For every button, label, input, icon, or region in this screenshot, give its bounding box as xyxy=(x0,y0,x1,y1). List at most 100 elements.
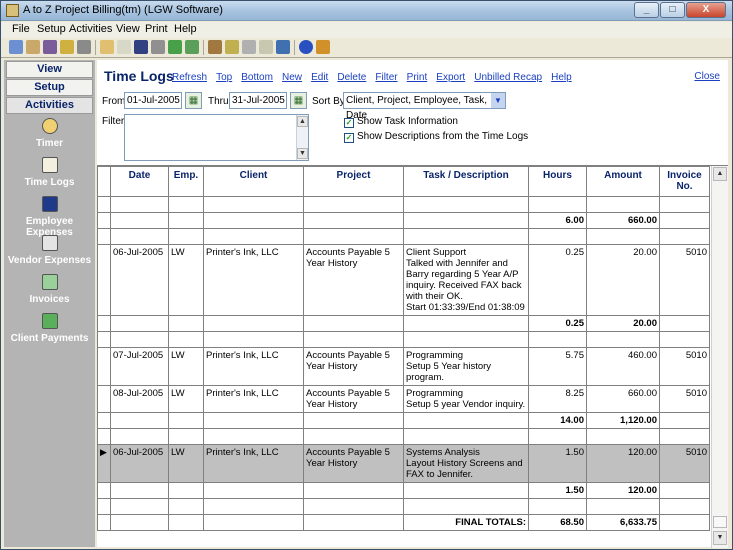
table-row[interactable]: 0.25 20.00 xyxy=(97,315,710,332)
from-date-input[interactable]: 01-Jul-2005 xyxy=(124,92,182,109)
employees-icon[interactable] xyxy=(26,40,40,54)
date-header[interactable]: Date xyxy=(110,166,169,197)
sidebar-item-timer[interactable]: Timer xyxy=(4,118,95,149)
scroll-up-icon[interactable]: ▲ xyxy=(297,116,308,127)
table-row[interactable]: 6.00 660.00 xyxy=(97,212,710,229)
bottom-link[interactable]: Bottom xyxy=(241,72,273,83)
row-indicator[interactable] xyxy=(97,482,111,499)
unbilled-recap-link[interactable]: Unbilled Recap xyxy=(474,72,542,83)
thru-date-input[interactable]: 31-Jul-2005 xyxy=(229,92,287,109)
table-row[interactable]: ▶ 06-Jul-2005 LW Printer's Ink, LLC Accounts… xyxy=(97,444,710,483)
help-icon[interactable] xyxy=(299,40,313,54)
filter-textarea[interactable]: ▲ ▼ xyxy=(124,114,309,161)
sidebar-tab-activities[interactable]: Activities xyxy=(6,97,93,114)
window-icon[interactable] xyxy=(276,40,290,54)
row-indicator[interactable] xyxy=(97,331,111,348)
top-link[interactable]: Top xyxy=(216,72,232,83)
help-link[interactable]: Help xyxy=(551,72,572,83)
table-row[interactable]: FINAL TOTALS: 68.50 6,633.75 xyxy=(97,514,710,531)
filter-link[interactable]: Filter xyxy=(375,72,397,83)
chevron-down-icon[interactable]: ▼ xyxy=(491,93,505,108)
projects-icon[interactable] xyxy=(60,40,74,54)
employee-expenses-icon[interactable] xyxy=(134,40,148,54)
table-row[interactable] xyxy=(97,428,710,445)
project-header[interactable]: Project xyxy=(303,166,404,197)
menu-view[interactable]: View xyxy=(116,23,140,35)
sidebar-item-time-logs[interactable]: Time Logs xyxy=(4,157,95,188)
vendor-expenses-icon[interactable] xyxy=(151,40,165,54)
refresh-link[interactable]: Refresh xyxy=(172,72,207,83)
exit-icon[interactable] xyxy=(316,40,330,54)
row-indicator[interactable] xyxy=(97,428,111,445)
edit-link[interactable]: Edit xyxy=(311,72,328,83)
vendors-icon[interactable] xyxy=(43,40,57,54)
tasks-icon[interactable] xyxy=(77,40,91,54)
row-indicator[interactable] xyxy=(97,196,111,213)
scroll-thumb[interactable] xyxy=(713,516,727,528)
row-indicator[interactable] xyxy=(97,514,111,531)
scroll-down-icon[interactable]: ▼ xyxy=(713,531,727,545)
sidebar-tab-setup[interactable]: Setup xyxy=(6,79,93,96)
grid-scrollbar[interactable]: ▲ ▼ xyxy=(711,166,728,548)
table-row[interactable] xyxy=(97,498,710,515)
table-row[interactable]: 07-Jul-2005 LW Printer's Ink, LLC Accounts … xyxy=(97,347,710,386)
invoices-icon[interactable] xyxy=(168,40,182,54)
amount-header[interactable]: Amount xyxy=(586,166,660,197)
sidebar-item-vendor-expenses[interactable]: Vendor Expenses xyxy=(4,235,95,266)
row-indicator[interactable] xyxy=(97,412,111,429)
table-row[interactable] xyxy=(97,228,710,245)
sidebar-item-client-payments[interactable]: Client Payments xyxy=(4,313,95,344)
table-row[interactable] xyxy=(97,196,710,213)
show-task-checkbox[interactable]: ✓ Show Task Information xyxy=(344,116,458,128)
menu-file[interactable]: File xyxy=(12,23,30,35)
export-link[interactable]: Export xyxy=(436,72,465,83)
sidebar-item-invoices[interactable]: Invoices xyxy=(4,274,95,305)
task-header[interactable]: Task / Description xyxy=(403,166,529,197)
thru-calendar-icon[interactable]: ▦ xyxy=(290,92,307,109)
minimize-button[interactable]: _ xyxy=(634,2,659,18)
client-header[interactable]: Client xyxy=(203,166,304,197)
row-indicator[interactable] xyxy=(97,315,111,332)
show-descriptions-checkbox[interactable]: ✓ Show Descriptions from the Time Logs xyxy=(344,131,528,143)
row-indicator[interactable]: ▶ xyxy=(97,444,111,483)
row-indicator[interactable] xyxy=(97,385,111,413)
table-row[interactable]: 14.00 1,120.00 xyxy=(97,412,710,429)
print-link[interactable]: Print xyxy=(407,72,428,83)
invoice-header[interactable]: Invoice No. xyxy=(659,166,710,197)
row-indicator[interactable] xyxy=(97,498,111,515)
time-logs-icon[interactable] xyxy=(117,40,131,54)
menu-setup[interactable]: Setup xyxy=(37,23,66,35)
timer-icon[interactable] xyxy=(100,40,114,54)
clients-icon[interactable] xyxy=(9,40,23,54)
row-indicator[interactable] xyxy=(97,244,111,316)
delete-link[interactable]: Delete xyxy=(337,72,366,83)
row-indicator[interactable] xyxy=(97,228,111,245)
hours-header[interactable]: Hours xyxy=(528,166,587,197)
scroll-up-icon[interactable]: ▲ xyxy=(713,167,727,181)
menu-help[interactable]: Help xyxy=(174,23,197,35)
table-row[interactable] xyxy=(97,331,710,348)
table-row[interactable]: 06-Jul-2005 LW Printer's Ink, LLC Accounts … xyxy=(97,244,710,316)
menu-activities[interactable]: Activities xyxy=(69,23,112,35)
close-window-button[interactable]: X xyxy=(686,2,726,18)
report-icon[interactable] xyxy=(225,40,239,54)
row-indicator[interactable] xyxy=(97,212,111,229)
maximize-button[interactable]: □ xyxy=(660,2,685,18)
filter-scrollbar[interactable]: ▲ ▼ xyxy=(296,115,308,160)
table-row[interactable]: 08-Jul-2005 LW Printer's Ink, LLC Accounts … xyxy=(97,385,710,413)
from-calendar-icon[interactable]: ▦ xyxy=(185,92,202,109)
close-link[interactable]: Close xyxy=(694,71,720,82)
document-icon[interactable] xyxy=(242,40,256,54)
emp-header[interactable]: Emp. xyxy=(168,166,204,197)
menu-print[interactable]: Print xyxy=(145,23,168,35)
sidebar-tab-view[interactable]: View xyxy=(6,61,93,78)
table-row[interactable]: 1.50 120.00 xyxy=(97,482,710,499)
client-payments-icon[interactable] xyxy=(185,40,199,54)
home-icon[interactable] xyxy=(208,40,222,54)
sort-by-select[interactable]: Client, Project, Employee, Task, Date ▼ xyxy=(343,92,506,121)
row-indicator[interactable] xyxy=(97,347,111,386)
list-icon[interactable] xyxy=(259,40,273,54)
scroll-down-icon[interactable]: ▼ xyxy=(297,148,308,159)
new-link[interactable]: New xyxy=(282,72,302,83)
sidebar-item-employee-expenses[interactable]: Employee Expenses xyxy=(4,196,95,238)
